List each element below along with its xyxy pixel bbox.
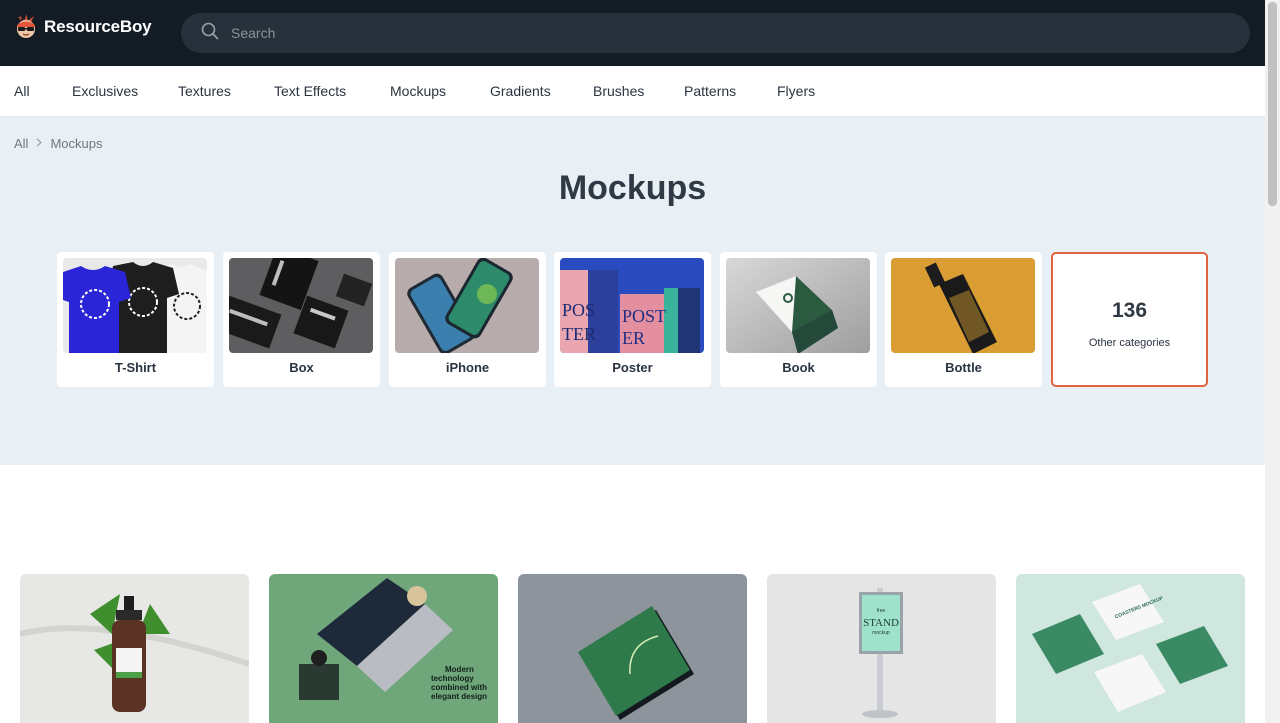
search-bar[interactable] — [181, 13, 1250, 53]
category-card-box[interactable]: Box — [223, 252, 380, 387]
nav-item-gradients[interactable]: Gradients — [490, 83, 551, 99]
result-card-soap-bottle[interactable] — [20, 574, 249, 723]
breadcrumb: All Mockups — [14, 136, 102, 151]
bottle-thumbnail — [891, 258, 1035, 353]
nav-item-text-effects[interactable]: Text Effects — [274, 83, 346, 99]
nav-item-mockups[interactable]: Mockups — [390, 83, 446, 99]
nav-item-flyers[interactable]: Flyers — [777, 83, 815, 99]
category-label: T-Shirt — [114, 360, 157, 375]
poster-thumbnail: POS TER POST ER — [560, 258, 704, 353]
result-card-laptop-scene[interactable]: Modern technology combined with elegant … — [269, 574, 498, 723]
category-card-iphone[interactable]: iPhone — [389, 252, 546, 387]
nav-item-all[interactable]: All — [14, 83, 30, 99]
svg-text:ER: ER — [622, 328, 645, 348]
search-input[interactable] — [231, 25, 1131, 41]
iphone-thumbnail — [395, 258, 539, 353]
nav-item-exclusives[interactable]: Exclusives — [72, 83, 138, 99]
other-categories-card[interactable]: 136 Other categories — [1051, 252, 1208, 387]
category-nav: All Exclusives Textures Text Effects Moc… — [0, 66, 1265, 117]
breadcrumb-current: Mockups — [50, 136, 103, 151]
laptop-tagline-line: technology — [431, 674, 474, 683]
svg-text:POS: POS — [562, 300, 595, 320]
category-label: Book — [782, 360, 815, 375]
category-card-book[interactable]: Book — [720, 252, 877, 387]
svg-text:TER: TER — [562, 324, 596, 344]
brand-logo[interactable]: ResourceBoy — [14, 14, 152, 40]
scrollbar-thumb[interactable] — [1268, 2, 1277, 206]
category-card-bottle[interactable]: Bottle — [885, 252, 1042, 387]
category-card-poster[interactable]: POS TER POST ER Poster — [554, 252, 711, 387]
result-card-coasters[interactable]: COASTERS MOCKUP — [1016, 574, 1245, 723]
logo-mascot-icon — [14, 14, 38, 40]
laptop-tagline-line: elegant design — [431, 692, 487, 701]
laptop-tagline-line: Modern — [445, 665, 474, 674]
stand-text-line: free — [877, 608, 886, 614]
search-icon — [201, 22, 219, 45]
category-card-tshirt[interactable]: T-Shirt — [57, 252, 214, 387]
nav-item-patterns[interactable]: Patterns — [684, 83, 736, 99]
category-label: Poster — [612, 360, 653, 375]
breadcrumb-root[interactable]: All — [14, 136, 28, 151]
result-card-stand[interactable]: free STAND mockup — [767, 574, 996, 723]
page-title: Mockups — [558, 169, 707, 207]
box-thumbnail — [229, 258, 373, 353]
category-label: Box — [289, 360, 314, 375]
tshirt-thumbnail — [63, 258, 207, 353]
top-header: ResourceBoy — [0, 0, 1265, 66]
stand-text-line: mockup — [872, 630, 890, 636]
brand-name: ResourceBoy — [44, 17, 152, 36]
laptop-tagline-line: combined with — [431, 683, 487, 692]
nav-item-textures[interactable]: Textures — [178, 83, 231, 99]
chevron-right-icon — [36, 138, 43, 150]
category-label: iPhone — [445, 360, 490, 375]
nav-item-brushes[interactable]: Brushes — [593, 83, 644, 99]
category-hero: All Mockups Mockups T-Shirt Box iPhone P… — [0, 117, 1265, 465]
svg-text:POST: POST — [622, 306, 666, 326]
result-card-business-card[interactable] — [518, 574, 747, 723]
category-label: Bottle — [945, 360, 982, 375]
stand-text-line: STAND — [863, 617, 899, 629]
other-categories-count: 136 — [1111, 299, 1148, 322]
page-scrollbar[interactable] — [1265, 0, 1280, 723]
other-categories-label: Other categories — [1088, 337, 1171, 349]
book-thumbnail — [726, 258, 870, 353]
